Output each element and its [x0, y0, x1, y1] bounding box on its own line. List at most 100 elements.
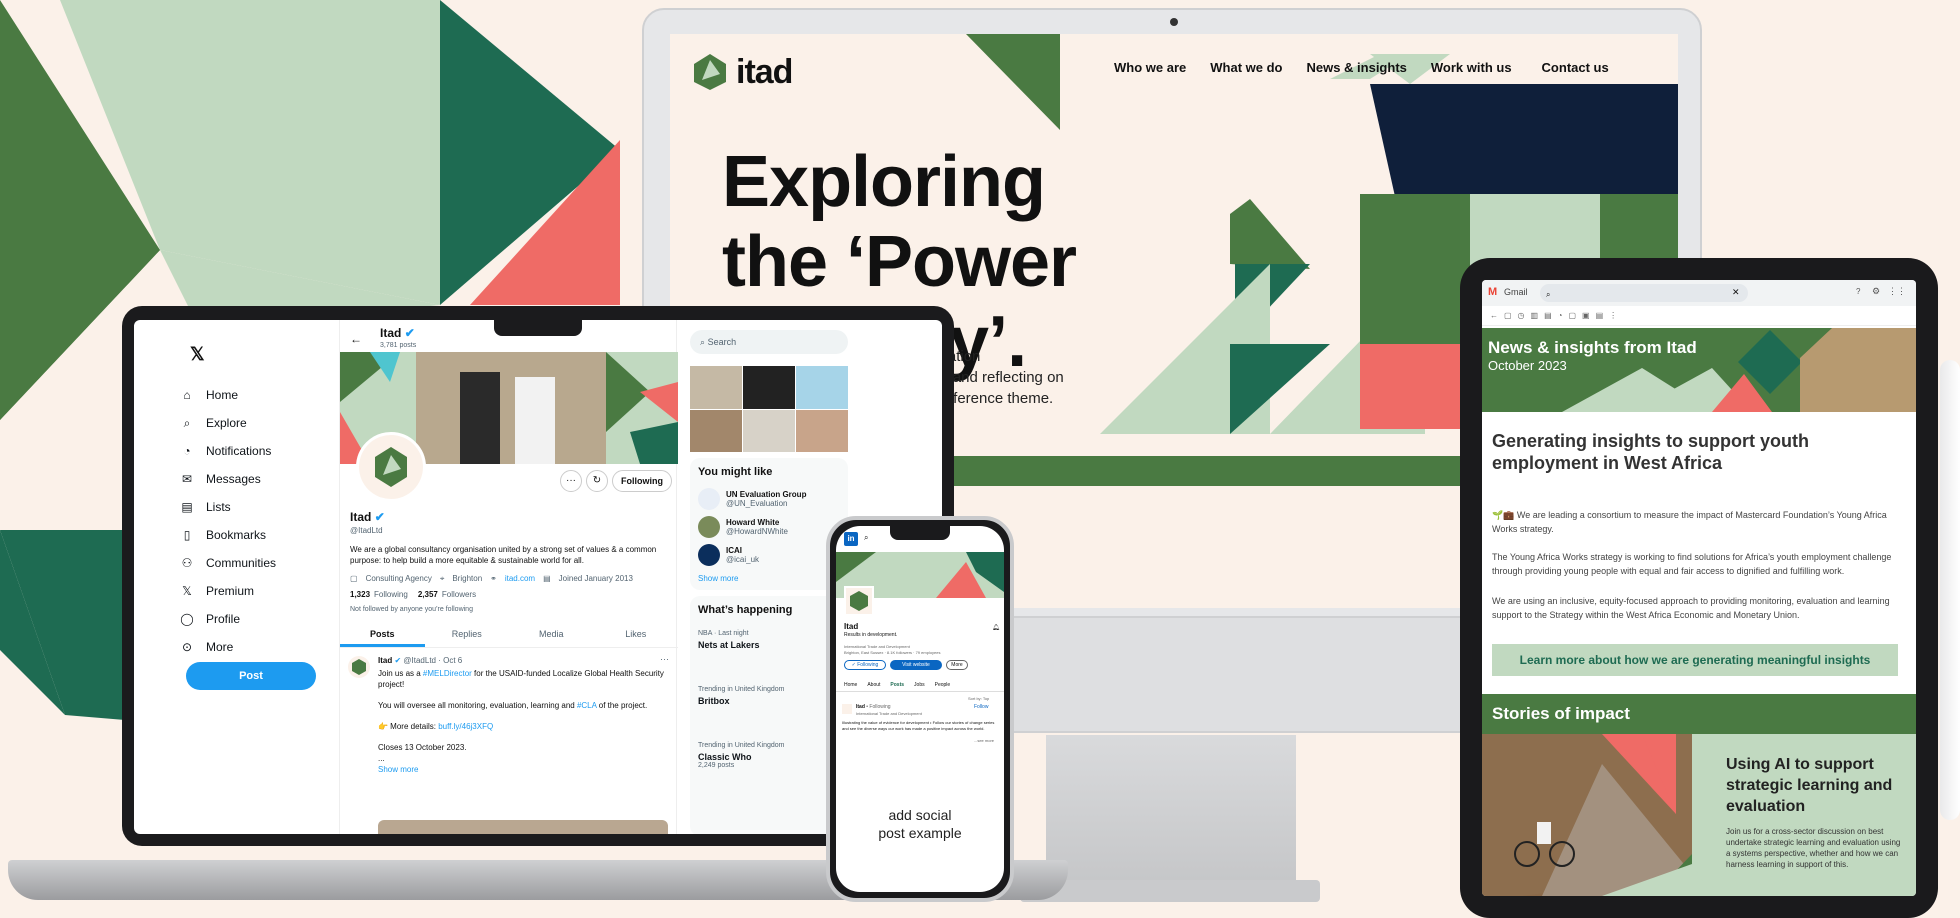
li-tab-about[interactable]: About [867, 678, 880, 691]
li-tab-posts[interactable]: Posts [890, 678, 904, 691]
company-logo[interactable] [844, 586, 874, 616]
help-icon[interactable]: ? [1856, 287, 1860, 296]
visit-website-button[interactable]: Visit website [890, 660, 942, 670]
settings-gear-icon[interactable]: ⚙ [1872, 286, 1880, 297]
verified-badge-icon: ✔ [374, 510, 385, 524]
apps-grid-icon[interactable]: ⋮⋮ [1888, 286, 1906, 297]
nav-item-bookmarks[interactable]: ▯ Bookmarks [180, 528, 266, 542]
see-more[interactable]: ...see more [974, 738, 994, 743]
linkedin-following-button[interactable]: ✓ Following [844, 660, 886, 670]
li-tab-jobs[interactable]: Jobs [914, 678, 925, 691]
tweet-author[interactable]: Itad [378, 656, 392, 665]
profile-joined: Joined January 2013 [558, 574, 633, 583]
article-paragraph-3: We are using an inclusive, equity-focuse… [1492, 596, 1890, 620]
camera-dot [1170, 18, 1178, 26]
tweet-body: Join us as a #MELDirector for the USAID-… [378, 668, 668, 775]
profile-website[interactable]: itad.com [505, 574, 535, 584]
trend-item[interactable]: Trending in United Kingdom Classic Who 2,2… [698, 742, 785, 769]
more-button[interactable]: More [946, 660, 968, 670]
sort-by[interactable]: Sort by: Top [968, 696, 989, 701]
learn-more-button[interactable]: Learn more about how we are generating m… [1492, 644, 1898, 676]
post-author[interactable]: Itad [856, 704, 865, 710]
stories-heading: Stories of impact [1492, 704, 1630, 723]
trend-item[interactable]: Trending in United Kingdom Britbox [698, 686, 785, 706]
following-button[interactable]: Following [612, 470, 672, 492]
post-text: Illustrating the value of evidence for d… [842, 720, 995, 731]
nav-item-messages[interactable]: ✉ Messages [180, 472, 261, 486]
tab-likes[interactable]: Likes [594, 620, 679, 647]
nav-item-profile[interactable]: ◯ Profile [180, 612, 240, 626]
post-avatar[interactable] [842, 704, 852, 714]
follow-counts: 1,323 Following 2,357 Followers [350, 590, 476, 599]
notify-icon[interactable]: ↻ [586, 470, 608, 492]
nav-item-notifications[interactable]: ◔ Notifications [180, 444, 271, 458]
trend-item[interactable]: NBA · Last night Nets at Lakers [698, 630, 760, 650]
gmail-search-input[interactable]: ⌕ [1540, 284, 1748, 302]
profile-column: ← Itad ✔ 3,781 posts ··· ↻ Following Ita… [339, 320, 679, 834]
suggestion-item[interactable]: ICAI @icai_uk [698, 544, 759, 566]
hashtag-mel[interactable]: #MELDirector [423, 669, 472, 678]
nav-item-explore[interactable]: ⌕ Explore [180, 416, 247, 430]
gmail-logo-icon[interactable]: M [1488, 286, 1497, 298]
nav-what-we-do[interactable]: What we do [1210, 60, 1282, 75]
media-grid[interactable] [690, 366, 848, 452]
tweet-text-1a: Join us as a [378, 669, 423, 678]
follow-button[interactable]: Follow [974, 704, 988, 710]
tweet-link[interactable]: buff.ly/46j3XFQ [438, 722, 493, 731]
tablet: M Gmail ⌕ ✕ ? ⚙ ⋮⋮ ←▢◷▥▤◔▢▣▤⋮ News & ins… [1460, 258, 1938, 918]
followers-count[interactable]: 2,357 [418, 590, 438, 599]
nav-item-premium[interactable]: 𝕏 Premium [180, 584, 254, 598]
tweet-line-2: You will oversee all monitoring, evaluat… [378, 700, 668, 711]
close-search-icon[interactable]: ✕ [1732, 287, 1740, 298]
tab-posts[interactable]: Posts [340, 620, 425, 647]
tweet-avatar[interactable] [348, 656, 370, 678]
search-icon[interactable]: ⌕ [864, 533, 868, 543]
tweet-image[interactable] [378, 820, 668, 834]
gmail-toolbar[interactable]: ←▢◷▥▤◔▢▣▤⋮ [1482, 306, 1916, 326]
tab-replies[interactable]: Replies [425, 620, 510, 647]
linkedin-logo-icon[interactable]: in [844, 532, 858, 546]
post-button[interactable]: Post [186, 662, 316, 690]
trend-posts: 2,249 posts [698, 762, 735, 769]
li-tab-home[interactable]: Home [844, 678, 857, 691]
nav-contact-us[interactable]: Contact us [1542, 60, 1609, 75]
nav-who-we-are[interactable]: Who we are [1114, 60, 1186, 75]
itad-logo-mark [694, 54, 726, 90]
monitor-stand [1046, 735, 1296, 895]
tweet-more-icon[interactable]: ··· [660, 654, 669, 664]
search-box[interactable]: ⌕ Search [690, 330, 848, 354]
following-count[interactable]: 1,323 [350, 590, 370, 599]
whats-happening-heading: What’s happening [698, 604, 793, 616]
tweet-header: Itad ✔ @ItadLtd · Oct 6 [378, 656, 462, 665]
not-followed-note: Not followed by anyone you’re following [350, 606, 473, 613]
suggestion-item[interactable]: UN Evaluation Group @UN_Evaluation [698, 488, 806, 510]
trend-meta: NBA · Last night [698, 630, 749, 637]
nav-item-lists[interactable]: ▤ Lists [180, 500, 230, 514]
you-might-like-panel: You might like UN Evaluation Group @UN_Ev… [690, 458, 848, 590]
nav-item-communities[interactable]: ⚇ Communities [180, 556, 276, 570]
trend-meta: Trending in United Kingdom [698, 686, 785, 693]
post-author-line: Itad • Following [856, 704, 891, 710]
tweet-show-more[interactable]: Show more [378, 764, 668, 775]
x-icon: 𝕏 [182, 584, 192, 598]
li-tab-people[interactable]: People [935, 678, 951, 691]
suggestion-avatar [698, 544, 720, 566]
trend-title: Nets at Lakers [698, 640, 760, 650]
location-icon: ⌖ [439, 574, 445, 583]
notification-bell-icon[interactable]: 🔔︎ [992, 624, 1000, 631]
nav-work-with-us[interactable]: Work with us [1431, 60, 1512, 75]
gmail-app-name: Gmail [1504, 287, 1528, 297]
itad-logo[interactable]: itad [690, 52, 793, 92]
back-arrow-icon[interactable]: ← [350, 332, 362, 346]
more-options-icon[interactable]: ··· [560, 470, 582, 492]
more-icon: ⊙ [181, 640, 193, 654]
nav-news-insights[interactable]: News & insights [1306, 60, 1406, 75]
tab-media[interactable]: Media [509, 620, 594, 647]
profile-avatar[interactable] [356, 432, 426, 502]
nav-item-more[interactable]: ⊙ More [180, 640, 233, 654]
nav-item-home[interactable]: ⌂ Home [180, 388, 238, 402]
show-more-suggestions[interactable]: Show more [698, 574, 738, 583]
suggestion-item[interactable]: Howard White @HowardNWhite [698, 516, 788, 538]
x-logo-icon[interactable]: 𝕏 [190, 344, 205, 365]
hashtag-cla[interactable]: #CLA [577, 701, 597, 710]
